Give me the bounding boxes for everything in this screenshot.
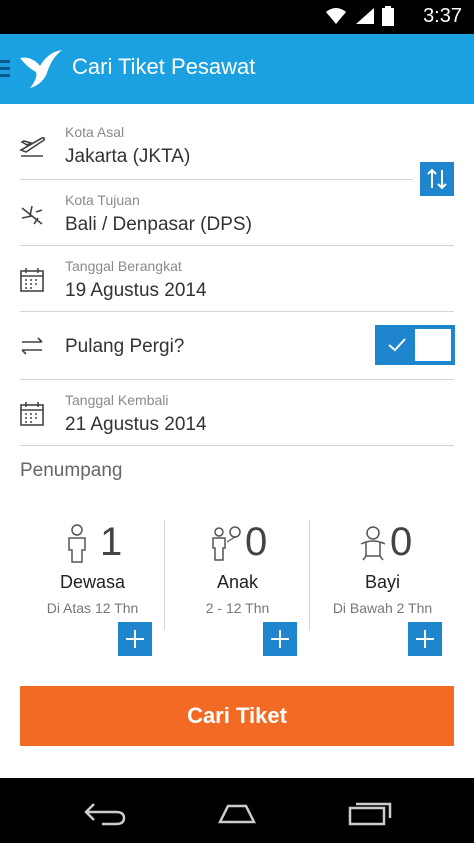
add-adult-button[interactable] xyxy=(118,622,152,656)
search-tickets-button[interactable]: Cari Tiket xyxy=(20,686,454,746)
passenger-child: 0 Anak 2 - 12 Thn xyxy=(165,520,310,660)
menu-icon[interactable] xyxy=(0,60,10,81)
destination-value: Bali / Denpasar (DPS) xyxy=(65,214,252,235)
depart-date-field[interactable]: Tanggal Berangkat 19 Agustus 2014 xyxy=(0,246,474,312)
wifi-icon xyxy=(326,8,346,24)
depart-date-label: Tanggal Berangkat xyxy=(65,258,182,274)
signal-icon xyxy=(356,8,374,24)
child-age: 2 - 12 Thn xyxy=(205,600,270,616)
page-title: Cari Tiket Pesawat xyxy=(72,54,256,79)
child-label: Anak xyxy=(216,572,259,592)
calendar-icon xyxy=(20,268,44,292)
return-date-value: 21 Agustus 2014 xyxy=(65,414,207,435)
recents-icon[interactable] xyxy=(346,800,394,826)
infant-age: Di Bawah 2 Thn xyxy=(332,600,433,616)
child-count: 0 xyxy=(245,520,268,564)
passenger-section-title: Penumpang xyxy=(20,460,123,481)
check-icon xyxy=(388,338,406,352)
back-icon[interactable] xyxy=(82,800,128,826)
search-form: Kota Asal Jakarta (JKTA) Kota Tujuan Bal… xyxy=(0,104,474,778)
origin-field[interactable]: Kota Asal Jakarta (JKTA) xyxy=(0,104,474,180)
infant-icon xyxy=(360,526,386,561)
plane-takeoff-icon xyxy=(19,136,46,157)
battery-icon xyxy=(382,6,394,26)
infant-label: Bayi xyxy=(364,572,400,592)
round-trip-toggle[interactable] xyxy=(375,325,455,365)
origin-value: Jakarta (JKTA) xyxy=(65,146,191,167)
plane-landing-icon xyxy=(21,205,43,225)
status-time: 3:37 xyxy=(423,5,462,27)
status-icons xyxy=(324,6,394,26)
destination-label: Kota Tujuan xyxy=(65,192,140,208)
calendar-icon xyxy=(20,402,44,426)
infant-count: 0 xyxy=(390,520,413,564)
round-trip-label: Pulang Pergi? xyxy=(65,336,185,357)
return-date-field[interactable]: Tanggal Kembali 21 Agustus 2014 xyxy=(0,380,474,446)
divider xyxy=(20,445,454,446)
destination-field[interactable]: Kota Tujuan Bali / Denpasar (DPS) xyxy=(0,180,474,246)
add-child-button[interactable] xyxy=(263,622,297,656)
bird-logo-icon[interactable] xyxy=(18,48,64,90)
adult-label: Dewasa xyxy=(59,572,126,592)
toggle-knob xyxy=(415,329,451,361)
adult-icon xyxy=(68,524,86,563)
passenger-adult: 1 Dewasa Di Atas 12 Thn xyxy=(20,520,165,660)
navigation-bar xyxy=(0,778,474,843)
depart-date-value: 19 Agustus 2014 xyxy=(65,280,207,301)
adult-count: 1 xyxy=(100,520,123,564)
origin-label: Kota Asal xyxy=(65,124,125,140)
app-bar: Cari Tiket Pesawat xyxy=(0,34,474,104)
return-date-label: Tanggal Kembali xyxy=(65,392,169,408)
add-infant-button[interactable] xyxy=(408,622,442,656)
status-bar: 3:37 xyxy=(0,0,474,34)
home-icon[interactable] xyxy=(212,802,262,824)
child-icon xyxy=(212,526,241,561)
swap-arrows-icon xyxy=(21,337,43,355)
passenger-infant: 0 Bayi Di Bawah 2 Thn xyxy=(310,520,455,660)
adult-age: Di Atas 12 Thn xyxy=(46,600,139,616)
